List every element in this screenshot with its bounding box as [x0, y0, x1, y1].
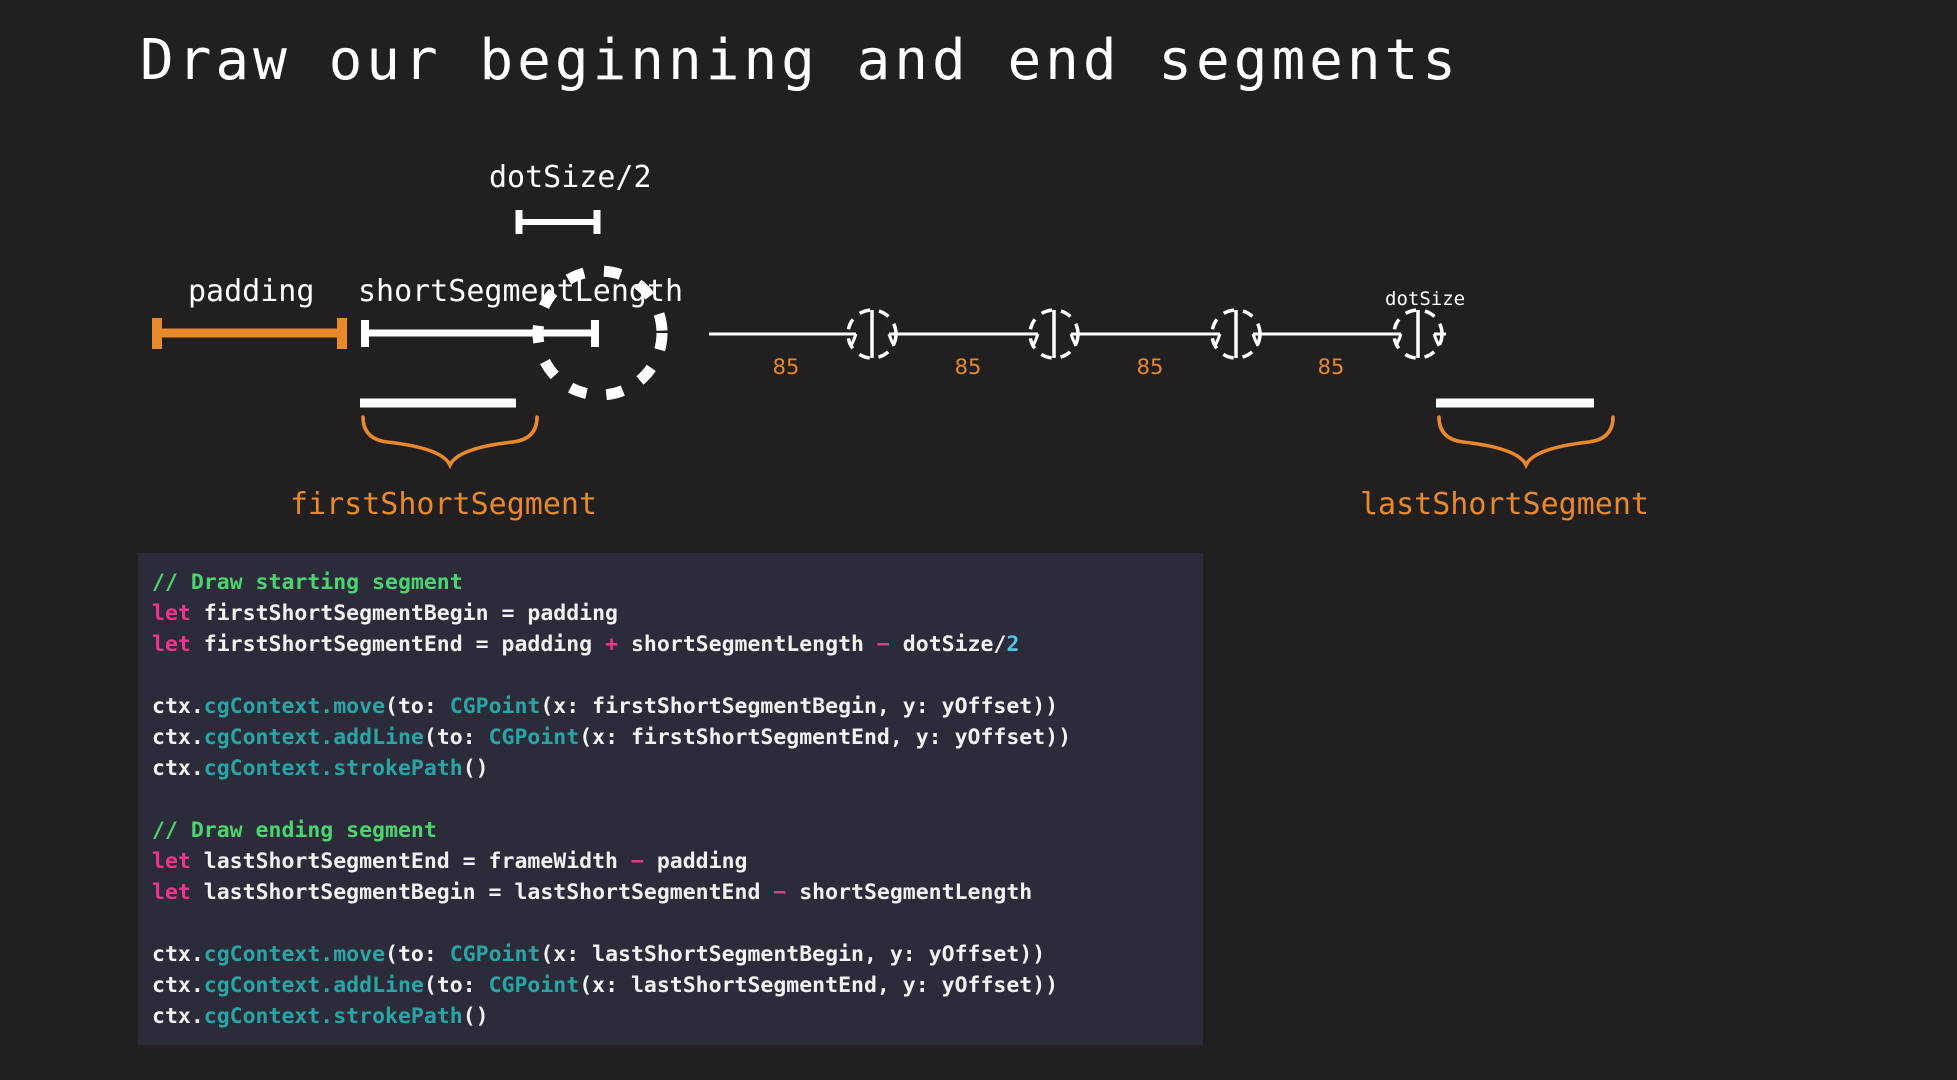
label-first-short-segment: firstShortSegment: [290, 487, 598, 522]
number-two: 2: [1006, 632, 1020, 657]
code-text: padding: [643, 849, 748, 874]
keyword-let: let: [152, 880, 191, 905]
label-short-segment-length: shortSegmentLength: [358, 274, 684, 309]
code-text: ctx.: [152, 725, 204, 750]
keyword-let: let: [152, 632, 191, 657]
code-text: ctx.: [152, 694, 204, 719]
operator-slash: /: [993, 632, 1007, 657]
code-dot: .: [320, 694, 334, 719]
code-comment-end: // Draw ending segment: [152, 818, 437, 843]
code-dot: .: [320, 1004, 334, 1029]
code-line-3: let firstShortSegmentEnd = padding + sho…: [152, 629, 1203, 660]
code-line-5: ctx.cgContext.move(to: CGPoint(x: firstS…: [152, 691, 1203, 722]
method-move: move: [333, 942, 386, 967]
code-line-14: ctx.cgContext.addLine(to: CGPoint(x: las…: [152, 970, 1203, 1001]
code-text: shortSegmentLength: [786, 880, 1033, 905]
gap-value-1: 85: [772, 355, 800, 379]
method-strokepath: strokePath: [333, 1004, 463, 1029]
label-last-short-segment: lastShortSegment: [1360, 487, 1649, 522]
type-cgpoint: CGPoint: [449, 694, 541, 719]
code-dot: .: [320, 973, 334, 998]
measure-dotsize-half: [515, 210, 601, 234]
code-line-10: let lastShortSegmentEnd = frameWidth − p…: [152, 846, 1203, 877]
type-cgpoint: CGPoint: [488, 973, 580, 998]
method-addline: addLine: [333, 973, 424, 998]
code-text: shortSegmentLength: [618, 632, 877, 657]
code-line-7: ctx.cgContext.strokePath(): [152, 753, 1203, 784]
first-short-segment-brace: [361, 415, 539, 470]
keyword-let: let: [152, 849, 191, 874]
code-text: (to:: [423, 725, 489, 750]
type-cgpoint: CGPoint: [449, 942, 541, 967]
label-dotsize: dotSize: [1385, 288, 1466, 310]
code-text: (to:: [385, 942, 450, 967]
method-addline: addLine: [333, 725, 424, 750]
code-dot: .: [320, 942, 334, 967]
property-cgcontext: cgContext: [203, 942, 321, 967]
gap-value-3: 85: [1136, 355, 1164, 379]
label-dotsize-half: dotSize/2: [489, 160, 652, 195]
operator-minus: −: [773, 880, 787, 905]
property-cgcontext: cgContext: [203, 1004, 321, 1029]
code-text: ctx.: [152, 1004, 204, 1029]
code-text: (x: firstShortSegmentEnd, y: yOffset)): [579, 725, 1072, 750]
property-cgcontext: cgContext: [203, 973, 321, 998]
code-text: (x: firstShortSegmentBegin, y: yOffset)): [540, 694, 1059, 719]
type-cgpoint: CGPoint: [488, 725, 580, 750]
code-line-15: ctx.cgContext.strokePath(): [152, 1001, 1203, 1032]
last-short-segment-brace: [1437, 415, 1615, 470]
keyword-let: let: [152, 601, 191, 626]
dot-marker-1: [846, 308, 898, 360]
code-text: ctx.: [152, 973, 204, 998]
code-text: (x: lastShortSegmentEnd, y: yOffset)): [579, 973, 1059, 998]
code-line-2: let firstShortSegmentBegin = padding: [152, 598, 1203, 629]
dashed-line-track: [709, 308, 1446, 360]
code-text: dotSize: [889, 632, 994, 657]
code-text: ctx.: [152, 942, 204, 967]
code-line-9: // Draw ending segment: [152, 815, 1203, 846]
code-line-11: let lastShortSegmentBegin = lastShortSeg…: [152, 877, 1203, 908]
dot-marker-4: [1392, 308, 1444, 360]
operator-minus: −: [630, 849, 644, 874]
code-comment-start: // Draw starting segment: [152, 570, 463, 595]
code-dot: .: [320, 756, 334, 781]
dot-marker-3: [1210, 308, 1262, 360]
property-cgcontext: cgContext: [203, 756, 321, 781]
code-text: (to:: [423, 973, 489, 998]
code-text: (x: lastShortSegmentBegin, y: yOffset)): [540, 942, 1046, 967]
code-text: lastShortSegmentBegin = lastShortSegment…: [190, 880, 774, 905]
code-text: firstShortSegmentEnd = padding: [190, 632, 606, 657]
code-block: // Draw starting segment let firstShortS…: [138, 553, 1203, 1045]
dot-marker-2: [1028, 308, 1080, 360]
property-cgcontext: cgContext: [203, 694, 321, 719]
label-padding: padding: [188, 274, 315, 309]
operator-minus: −: [876, 632, 890, 657]
code-line-13: ctx.cgContext.move(to: CGPoint(x: lastSh…: [152, 939, 1203, 970]
code-text: (): [462, 756, 489, 781]
code-text: (to:: [385, 694, 450, 719]
slide-canvas: Draw our beginning and end segments dotS…: [0, 0, 1957, 1080]
gap-value-2: 85: [954, 355, 982, 379]
gap-value-4: 85: [1317, 355, 1345, 379]
operator-plus: +: [605, 632, 619, 657]
code-dot: .: [320, 725, 334, 750]
page-title: Draw our beginning and end segments: [140, 28, 1461, 93]
code-text: firstShortSegmentBegin = padding: [190, 601, 618, 626]
measure-short-segment-length: [361, 320, 599, 347]
method-move: move: [333, 694, 386, 719]
code-text: lastShortSegmentEnd = frameWidth: [190, 849, 631, 874]
property-cgcontext: cgContext: [203, 725, 321, 750]
code-text: ctx.: [152, 756, 204, 781]
code-line-1: // Draw starting segment: [152, 567, 1203, 598]
method-strokepath: strokePath: [333, 756, 463, 781]
code-text: (): [462, 1004, 489, 1029]
code-line-6: ctx.cgContext.addLine(to: CGPoint(x: fir…: [152, 722, 1203, 753]
measure-padding: [152, 318, 347, 349]
